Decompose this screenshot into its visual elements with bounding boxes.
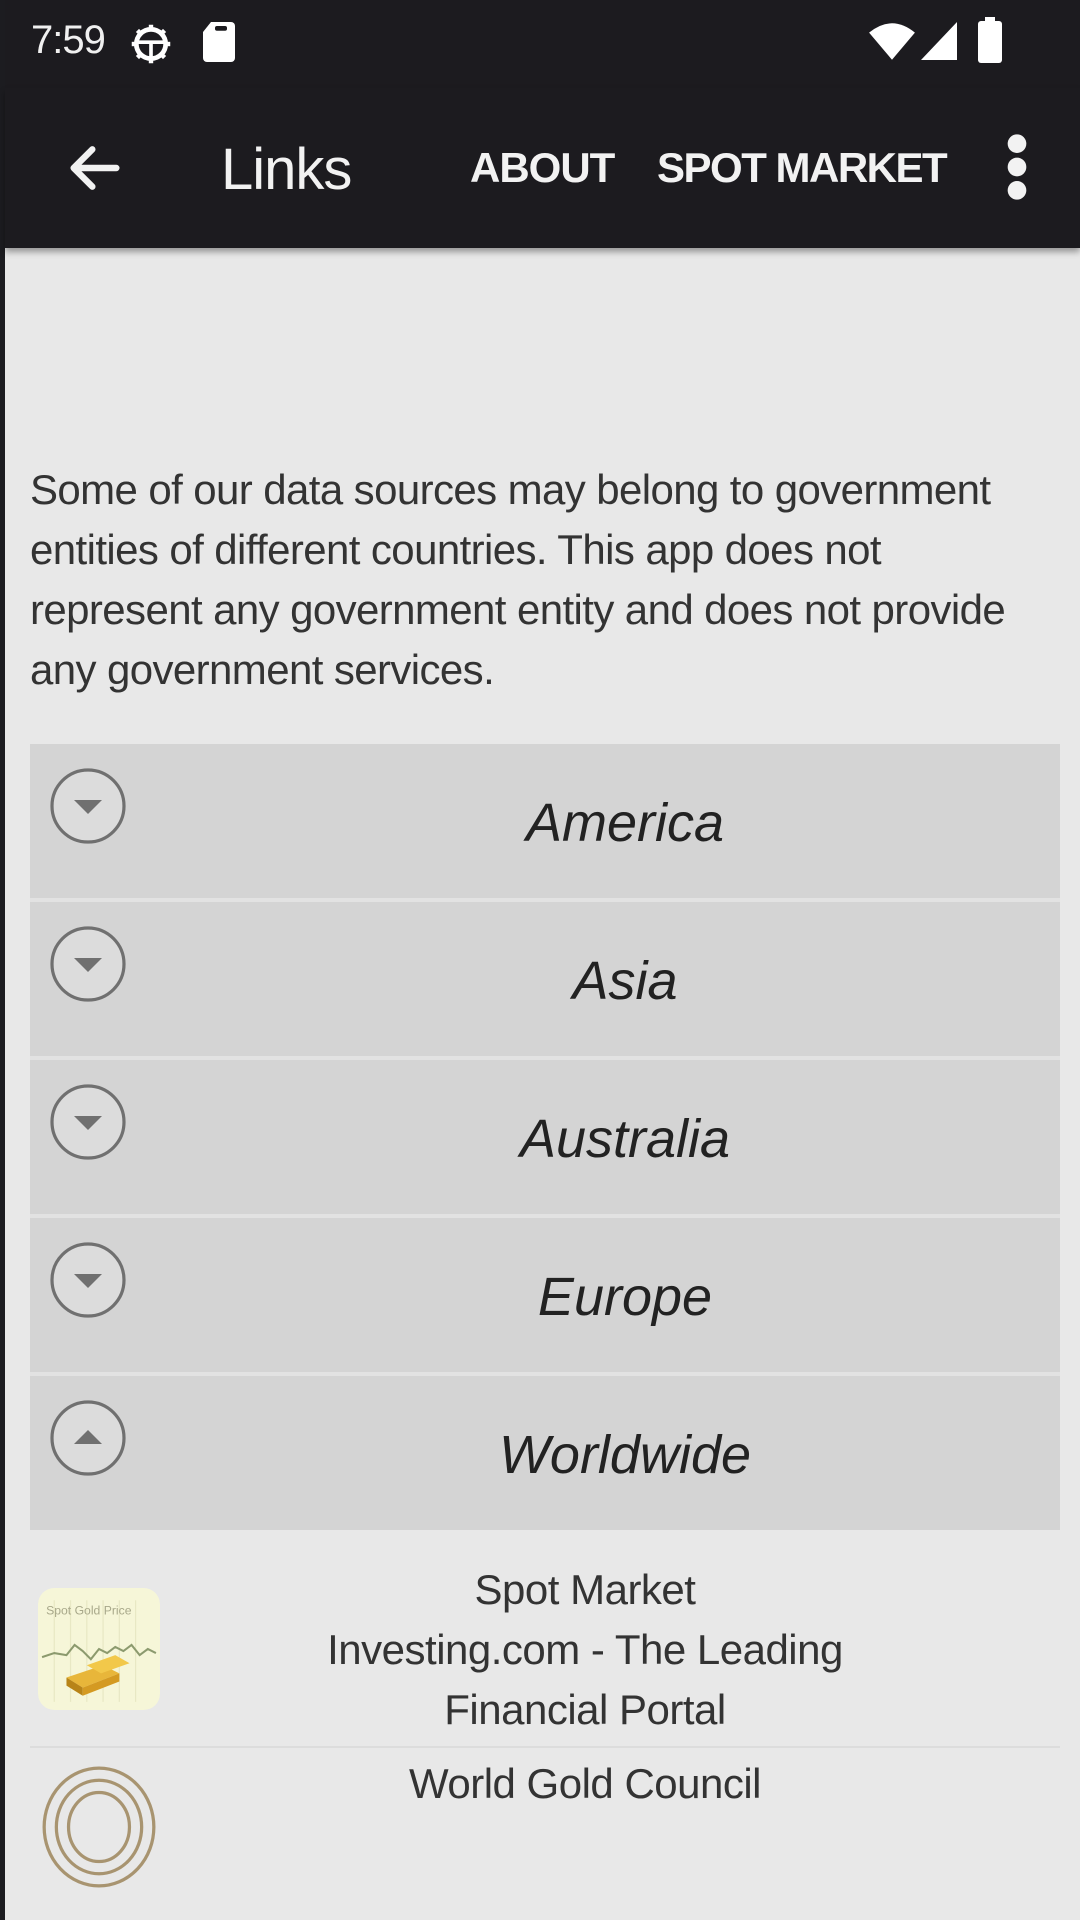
link-item-spot-market[interactable]: Spot Gold Price Spot Market Investing.co… [30,1552,1060,1748]
region-label: Worldwide [498,1425,752,1485]
about-button[interactable]: ABOUT [470,144,615,192]
region-label: America [525,793,725,853]
battery-icon [978,17,1002,63]
link-line: Spot Market [474,1566,696,1613]
cell-signal-icon [921,22,957,60]
region-label: Australia [519,1109,731,1169]
more-vert-icon[interactable] [1005,132,1029,202]
region-row-worldwide[interactable]: Worldwide [30,1376,1060,1530]
link-title: Spot Market Investing.com - The Leading … [210,1560,960,1740]
wifi-icon [869,23,915,60]
region-label: Asia [572,951,678,1011]
region-label: Europe [537,1267,713,1327]
gold-bars-chart-icon: Spot Gold Price [38,1588,160,1710]
region-row-asia[interactable]: Asia [30,902,1060,1060]
region-row-europe[interactable]: Europe [30,1218,1060,1376]
region-row-america[interactable]: America [30,744,1060,902]
page-title: Links [221,137,352,202]
link-line: World Gold Council [408,1760,762,1807]
link-line: Investing.com - The Leading [327,1626,843,1673]
spot-market-button[interactable]: SPOT MARKET [657,144,948,192]
thumb-caption: Spot Gold Price [46,1603,132,1617]
link-item-world-gold-council[interactable]: World Gold Council [30,1750,1060,1920]
status-bar: 7:59 [5,0,1080,88]
region-accordion: America Asia Australia Europe Worldwide [30,744,1060,1530]
region-row-australia[interactable]: Australia [30,1060,1060,1218]
disclaimer-text: Some of our data sources may belong to g… [30,466,1006,693]
sd-card-icon [203,22,235,62]
settings-gear-icon [131,24,171,64]
arrow-back-icon[interactable] [63,136,127,200]
link-title: World Gold Council [210,1754,960,1814]
link-line: Financial Portal [444,1686,726,1733]
world-gold-council-logo-icon [42,1766,156,1888]
status-time: 7:59 [31,18,106,62]
app-bar: Links ABOUT SPOT MARKET [5,88,1080,248]
